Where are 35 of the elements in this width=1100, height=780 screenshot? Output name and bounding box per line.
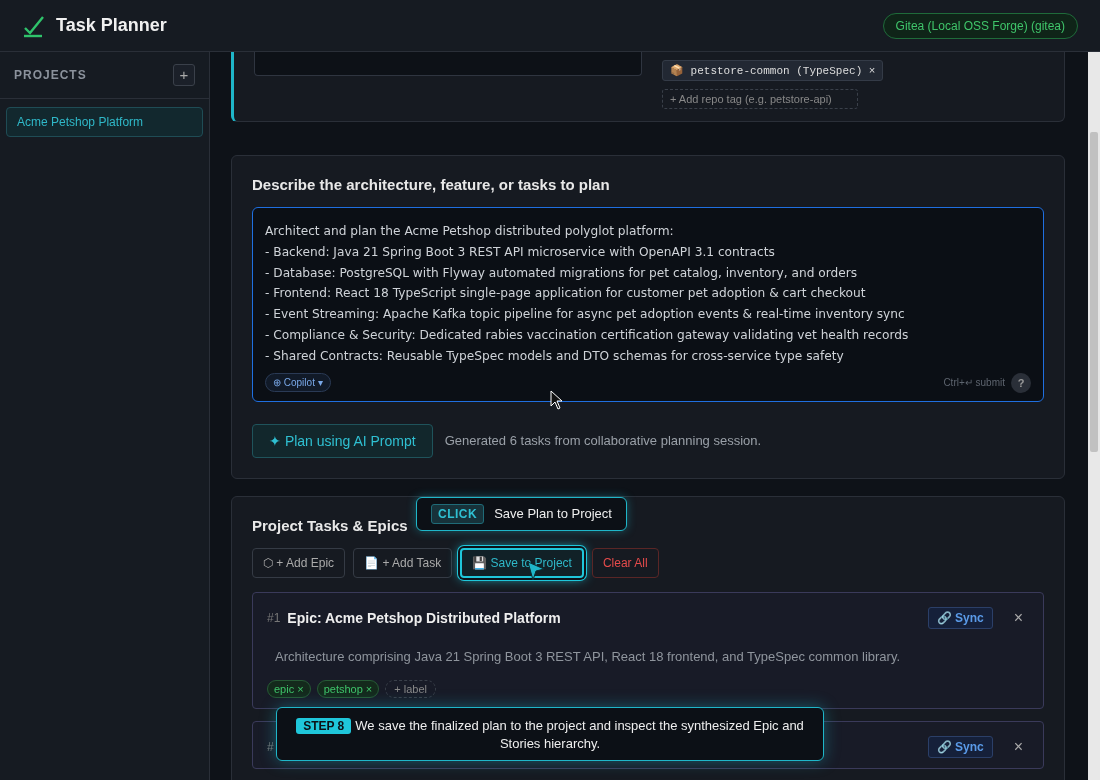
label-tag[interactable]: epic × [267,679,311,698]
task-number: #1 [267,610,281,625]
sync-button[interactable]: 🔗 Sync [927,735,993,758]
status-text: Generated 6 tasks from collaborative planning session. [444,433,762,449]
repo-tag[interactable]: 📦 petstore-common (TypeSpec) × [662,60,884,81]
action-button[interactable]: ⬡ + Add Epic [252,547,346,578]
tasks-heading: Project Tasks & Epics [252,516,409,534]
task-title: Epic: Acme Petshop Distributed Platform [287,609,561,626]
model-selector[interactable]: ⊕ Copilot ▾ [265,373,331,393]
provider-badge[interactable]: Gitea (Local OSS Forge) (gitea) [882,12,1078,39]
close-button[interactable]: × [1007,608,1029,627]
mouse-cursor-icon [550,390,564,410]
action-button[interactable]: Clear All [591,547,659,578]
plan-button[interactable]: ✦ Plan using AI Prompt [252,423,433,458]
help-button[interactable]: ? [1011,372,1031,393]
task-description: Architecture comprising Java 21 Spring Boot 3 REST API, React 18 frontend, and TypeSpec common library. [275,648,902,664]
projects-heading: PROJECTS [14,68,87,82]
prompt-heading: Describe the architecture, feature, or tasks to plan [252,176,611,193]
add-repo-tag-field[interactable]: + Add repo tag (e.g. petstore-api) [662,89,858,109]
add-project-button[interactable]: + [173,64,195,86]
action-button[interactable]: 📄 + Add Task [353,547,453,578]
sync-button[interactable]: 🔗 Sync [927,606,993,629]
task-number: # [267,739,274,754]
click-badge: CLICK [431,503,485,524]
tooltip-text: Save Plan to Project [494,506,612,522]
step-text: We save the finalized plan to the project and inspect the synthesized Epic and Stories hierarchy. [355,718,804,751]
project-item[interactable]: Acme Petshop Platform [6,107,203,137]
submit-hint: Ctrl+↵ submit [943,377,1005,389]
scrollbar[interactable] [1088,52,1100,780]
close-button[interactable]: × [1007,737,1029,756]
label-tag[interactable]: petshop × [316,679,380,698]
scrollbar-thumb[interactable] [1090,132,1098,452]
app-title: Task Planner [56,15,168,36]
step-badge: STEP 8 [296,718,352,734]
prompt-textarea[interactable]: Architect and plan the Acme Petshop distributed polyglot platform: - Backend: Java 21 Spring Boot 3 REST API microservice with OpenAPI 3.1 contracts - Database: PostgreSQL with Flyway automated migrations for pet catalog, inventory, and orders - Frontend: React 18 TypeScript single-page application for customer pet adoption & cart checkout - Event Streaming: Apache Kafka topic pipeline for async pet adoption events & real-time inventory sync - Compliance & Security: Dedicated rabies vaccination certification gateway validating vet health records - Shared Contracts: Reusable TypeSpec models and DTO schemas for cross-service type safety ⊕ Copilot ▾ Ctrl+↵ submit ? [252,207,1044,402]
